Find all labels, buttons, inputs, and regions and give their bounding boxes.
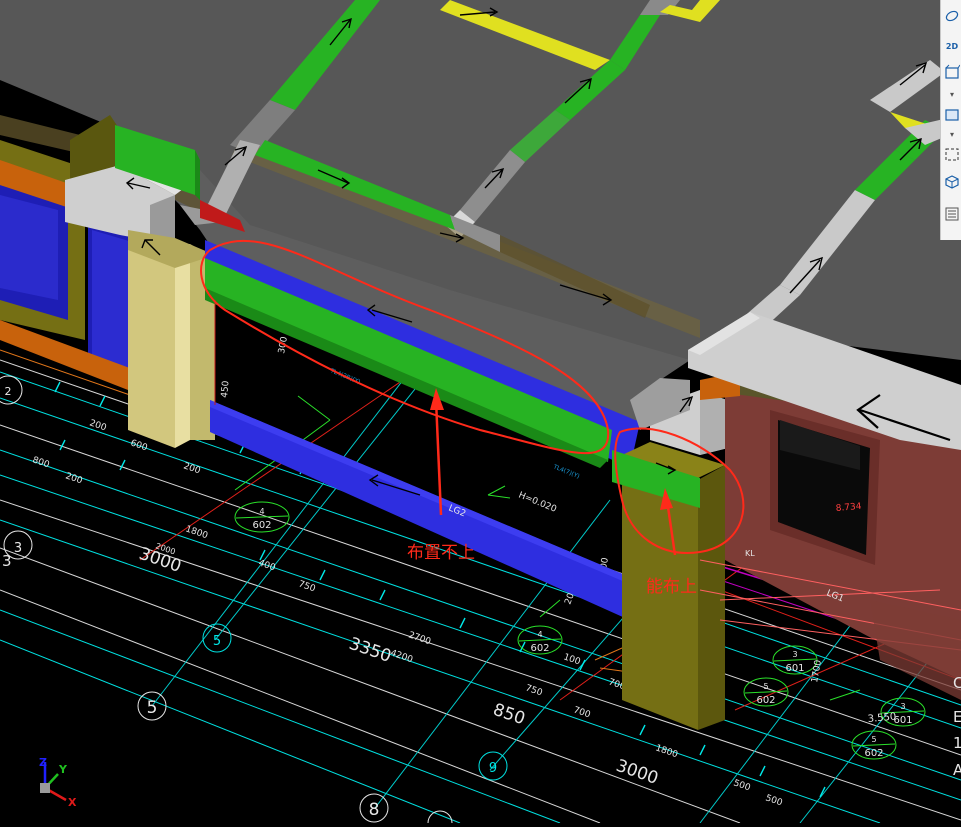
svg-text:200: 200 (182, 461, 202, 476)
svg-text:500: 500 (764, 793, 784, 808)
right-edge-label: A (953, 761, 961, 779)
svg-text:602: 602 (252, 520, 271, 531)
room-tag: 3601 (772, 645, 818, 675)
2d-view-icon[interactable]: 2D (944, 38, 960, 56)
cube-view-icon[interactable] (944, 174, 960, 192)
grid-bubble: 2 (0, 375, 23, 405)
dropdown-arrow-icon[interactable]: ▾ (944, 126, 960, 144)
svg-text:Z: Z (39, 756, 47, 769)
annotation-can-place: 能布上 (646, 577, 697, 597)
svg-text:500: 500 (732, 778, 752, 793)
svg-text:H=0.020: H=0.020 (517, 491, 558, 515)
svg-text:KL: KL (745, 549, 755, 558)
svg-text:5: 5 (871, 735, 876, 744)
svg-text:4: 4 (537, 630, 542, 639)
svg-text:4200: 4200 (389, 648, 414, 665)
svg-text:8: 8 (369, 800, 380, 820)
svg-text:5: 5 (763, 682, 768, 691)
svg-text:3: 3 (14, 541, 22, 556)
svg-text:2: 2 (5, 385, 12, 398)
svg-text:Y: Y (58, 763, 68, 776)
svg-text:400: 400 (257, 558, 277, 573)
model-3d-layer (0, 0, 961, 730)
annotation-cannot-place: 布置不上 (407, 543, 475, 563)
room-tag: 4602 (517, 625, 563, 655)
right-edge-label: C (953, 674, 961, 692)
olive-column (622, 468, 698, 730)
svg-text:3: 3 (900, 702, 905, 711)
box-solid-icon[interactable] (944, 106, 960, 124)
cream-column (128, 238, 175, 448)
svg-text:3350: 3350 (346, 634, 393, 667)
svg-text:602: 602 (756, 695, 775, 706)
room-tag: 5602 (743, 677, 789, 707)
svg-text:X: X (68, 796, 77, 809)
right-edge-label: E (953, 708, 961, 726)
svg-text:750: 750 (524, 683, 544, 698)
svg-text:100: 100 (562, 652, 582, 667)
svg-text:600: 600 (129, 438, 149, 453)
svg-text:TL4(7)(Y): TL4(7)(Y) (551, 463, 580, 480)
left-edge-label: 3 (2, 552, 12, 570)
box-view-icon[interactable] (944, 64, 961, 82)
svg-text:3000: 3000 (613, 756, 660, 789)
grid-bubble: 8 (359, 793, 389, 823)
properties-icon[interactable] (944, 206, 960, 224)
svg-text:9: 9 (489, 761, 497, 776)
svg-text:1800: 1800 (654, 743, 679, 760)
model-canvas[interactable]: 2 3 5 5 9 8 4602 4602 3601 5602 3601 560… (0, 0, 961, 827)
svg-text:5: 5 (147, 698, 158, 718)
svg-text:601: 601 (785, 663, 804, 674)
dashed-box-icon[interactable] (944, 146, 960, 164)
grid-bubble: 5 (137, 691, 167, 721)
svg-text:200: 200 (64, 471, 84, 486)
svg-text:602: 602 (864, 748, 883, 759)
svg-text:602: 602 (530, 643, 549, 654)
svg-text:800: 800 (31, 455, 51, 470)
svg-text:5: 5 (213, 634, 221, 649)
right-edge-label: 1 (953, 734, 961, 752)
view-toolbar: 2D ▾ ▾ (940, 0, 961, 240)
svg-text:850: 850 (490, 700, 527, 729)
room-tag: 4602 (234, 501, 290, 533)
dropdown-arrow-icon[interactable]: ▾ (944, 86, 960, 104)
svg-text:450: 450 (220, 380, 231, 398)
cad-3d-viewport[interactable]: 2 3 5 5 9 8 4 602 4 602 3 601 5 602 3 601 (0, 0, 961, 827)
orbit-icon[interactable] (944, 8, 960, 26)
ucs-axis-icon: Z Y X (39, 756, 77, 809)
svg-text:3: 3 (792, 650, 797, 659)
svg-text:4: 4 (259, 507, 264, 516)
svg-text:2700: 2700 (407, 630, 432, 647)
svg-text:3.550: 3.550 (867, 712, 896, 725)
grid-bubble: 9 (478, 751, 508, 781)
